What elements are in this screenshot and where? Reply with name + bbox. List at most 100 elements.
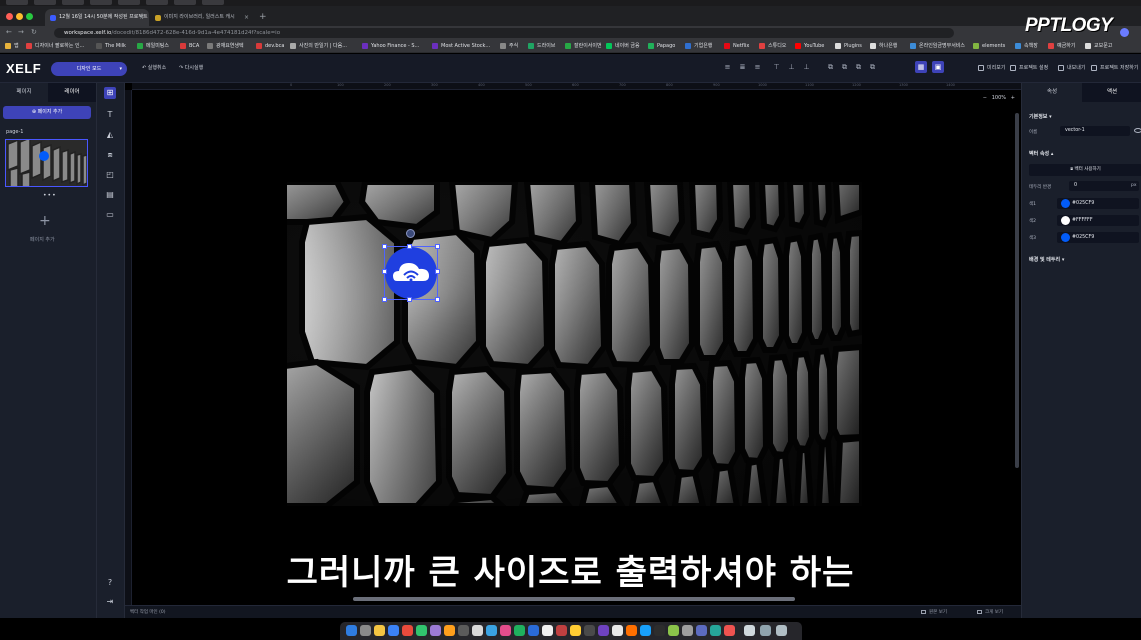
- text-tool-icon[interactable]: T: [104, 109, 116, 121]
- original-view-button[interactable]: 원본 보기: [921, 609, 947, 615]
- align-bottom-icon[interactable]: ⊥: [802, 63, 811, 72]
- vector-attributes-section[interactable]: 벡터 속성 ▴: [1029, 150, 1053, 157]
- resize-handle[interactable]: [435, 244, 440, 249]
- layer-front-icon[interactable]: ⧉: [854, 63, 863, 72]
- apple-menu-icon[interactable]: [6, 0, 28, 5]
- tab-pages[interactable]: 페이지: [0, 83, 48, 102]
- trash-icon[interactable]: [776, 625, 787, 636]
- preview-button[interactable]: 미리보기: [978, 64, 1005, 73]
- app-icon[interactable]: [402, 625, 413, 636]
- url-input[interactable]: workspace.xelf.io/docedit/8186d472-628e-…: [54, 28, 954, 38]
- menu-item[interactable]: [118, 0, 140, 5]
- color-swatch[interactable]: [1061, 199, 1070, 208]
- bookmark-item[interactable]: Yahoo Finance - S...: [362, 42, 419, 50]
- app-icon[interactable]: [514, 625, 525, 636]
- color-swatch[interactable]: [1061, 233, 1070, 242]
- chrome-icon[interactable]: [374, 625, 385, 636]
- selection-box[interactable]: [382, 244, 440, 302]
- background-border-section[interactable]: 배경 및 테두리 ▾: [1029, 256, 1064, 263]
- bookmark-item[interactable]: 주식: [500, 42, 518, 50]
- bookmark-item[interactable]: BCA: [180, 42, 199, 50]
- new-tab-icon[interactable]: +: [259, 13, 267, 22]
- layer-back-icon[interactable]: ⧉: [868, 63, 877, 72]
- bookmark-item[interactable]: YouTube: [795, 42, 824, 50]
- close-tab-icon[interactable]: ×: [139, 9, 144, 26]
- zoom-out-icon[interactable]: −: [983, 95, 987, 101]
- bookmark-item[interactable]: 하나은행: [870, 42, 897, 50]
- browser-tab[interactable]: 이미지 라이브러리, 일러스트 캐시 ×: [150, 9, 254, 26]
- redo-button[interactable]: ↷ 다시실행: [179, 64, 203, 73]
- app-icon[interactable]: [640, 625, 651, 636]
- app-icon[interactable]: [584, 625, 595, 636]
- bookmark-item[interactable]: 디자이너 팔로하는 인...: [26, 42, 84, 50]
- resize-handle[interactable]: [435, 297, 440, 302]
- app-icon[interactable]: [612, 625, 623, 636]
- menu-item[interactable]: [34, 0, 56, 5]
- plus-icon[interactable]: +: [39, 214, 51, 228]
- bookmark-item[interactable]: 광재요연생텍: [207, 42, 244, 50]
- app-icon[interactable]: [528, 625, 539, 636]
- align-right-icon[interactable]: ≡: [753, 63, 762, 72]
- vertical-scrollbar[interactable]: [1015, 113, 1019, 468]
- shape-tool-icon[interactable]: ◭: [104, 129, 116, 141]
- vector-tool-icon[interactable]: ◰: [104, 169, 116, 181]
- tab-properties[interactable]: 속성: [1022, 83, 1082, 102]
- resize-handle[interactable]: [407, 297, 412, 302]
- select-tool-icon[interactable]: ⊞: [104, 87, 116, 99]
- layer-backward-icon[interactable]: ⧉: [840, 63, 849, 72]
- downloads-icon[interactable]: [744, 625, 755, 636]
- browser-tab-active[interactable]: 12월 16일 14시 50분에 작성된 프로젝트 ×: [45, 9, 149, 26]
- add-page-hint[interactable]: 페이지 추가: [30, 236, 55, 243]
- resize-handle[interactable]: [382, 297, 387, 302]
- bookmark-item[interactable]: Most Active Stock...: [432, 42, 490, 50]
- align-center-icon[interactable]: ≣: [738, 63, 747, 72]
- tab-actions[interactable]: 액션: [1082, 83, 1141, 102]
- zoom-window-button[interactable]: [26, 13, 33, 20]
- messages-icon[interactable]: [416, 625, 427, 636]
- color-swatch[interactable]: [1061, 216, 1070, 225]
- zoom-in-icon[interactable]: +: [1011, 95, 1015, 101]
- app-icon[interactable]: [556, 625, 567, 636]
- image-tool-icon[interactable]: ⧈: [104, 149, 116, 161]
- forward-arrow-icon[interactable]: →: [18, 28, 24, 37]
- page-options-icon[interactable]: •••: [43, 192, 57, 199]
- snap-toggle-icon[interactable]: ▣: [932, 61, 944, 73]
- cloud-wifi-icon[interactable]: [385, 247, 437, 299]
- add-page-button[interactable]: ⊕ 페이지 추가: [3, 106, 91, 119]
- app-icon[interactable]: [444, 625, 455, 636]
- app-icon[interactable]: [682, 625, 693, 636]
- app-icon[interactable]: [598, 625, 609, 636]
- zoom-control[interactable]: − 100% +: [983, 95, 1015, 101]
- app-icon[interactable]: [696, 625, 707, 636]
- close-window-button[interactable]: [6, 13, 13, 20]
- menu-item[interactable]: [146, 0, 168, 5]
- canvas-area[interactable]: 0 100 200 300 400 500 600 700 800 900 10…: [125, 83, 1021, 605]
- app-icon[interactable]: [486, 625, 497, 636]
- export-button[interactable]: 내보내기: [1058, 64, 1085, 73]
- app-icon[interactable]: [724, 625, 735, 636]
- app-icon[interactable]: [458, 625, 469, 636]
- basic-info-section[interactable]: 기본정보 ▾: [1029, 113, 1052, 120]
- close-tab-icon[interactable]: ×: [244, 9, 249, 26]
- back-arrow-icon[interactable]: ←: [6, 28, 12, 37]
- visibility-eye-icon[interactable]: [1134, 128, 1141, 133]
- app-icon[interactable]: [654, 625, 665, 636]
- tab-layers[interactable]: 레이어: [48, 83, 96, 102]
- background-image[interactable]: [287, 182, 862, 506]
- app-icon[interactable]: [472, 625, 483, 636]
- undo-button[interactable]: ↶ 실행취소: [142, 64, 166, 73]
- align-top-icon[interactable]: ⊤: [772, 63, 781, 72]
- app-icon[interactable]: [570, 625, 581, 636]
- app-icon[interactable]: [626, 625, 637, 636]
- bookmark-item[interactable]: 스튜디오: [759, 42, 786, 50]
- app-icon[interactable]: [500, 625, 511, 636]
- resize-handle[interactable]: [407, 244, 412, 249]
- video-tool-icon[interactable]: ▤: [104, 189, 116, 201]
- rotate-handle[interactable]: [406, 229, 415, 238]
- border-radius-field[interactable]: 0: [1069, 181, 1139, 191]
- bookmark-item[interactable]: 예금하기: [1048, 42, 1075, 50]
- menu-item[interactable]: [90, 0, 112, 5]
- bookmark-item[interactable]: dev.bca: [256, 42, 284, 50]
- grid-toggle-icon[interactable]: ▦: [915, 61, 927, 73]
- align-middle-icon[interactable]: ⊥: [787, 63, 796, 72]
